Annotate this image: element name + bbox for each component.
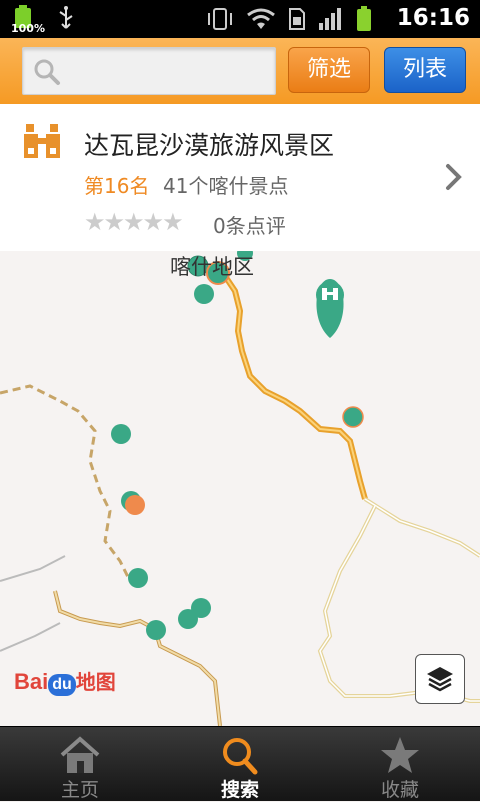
signal-icon xyxy=(319,8,341,30)
poi-title: 达瓦昆沙漠旅游风景区 xyxy=(84,131,335,160)
bottom-tab-bar: 主页 搜索 收藏 xyxy=(0,726,480,801)
status-bar: 100% 16:16 xyxy=(0,0,480,38)
tab-favorites[interactable]: 收藏 xyxy=(320,727,480,801)
battery-full-icon xyxy=(357,6,371,31)
map-view[interactable]: 喀什地区 Bai du 地图 xyxy=(0,251,480,726)
search-icon xyxy=(223,738,258,775)
tab-home-label: 主页 xyxy=(60,779,99,801)
home-icon xyxy=(60,736,100,773)
result-card[interactable]: 达瓦昆沙漠旅游风景区 第16名 41个喀什景点 ★★★★★ 0条点评 xyxy=(0,104,480,252)
search-input[interactable] xyxy=(22,47,276,95)
selected-location-pin xyxy=(316,279,344,338)
sim-icon xyxy=(289,8,305,30)
review-count: 0条点评 xyxy=(213,214,286,238)
star-icon xyxy=(381,737,419,773)
poi-count: 41个喀什景点 xyxy=(163,174,289,198)
map-canvas xyxy=(0,251,480,726)
usb-icon xyxy=(59,6,73,29)
layers-icon xyxy=(427,667,453,692)
top-toolbar: 筛选 列表 xyxy=(0,38,480,105)
tab-search[interactable]: 搜索 xyxy=(160,727,320,801)
chevron-right-icon[interactable] xyxy=(444,162,464,192)
list-button[interactable]: 列表 xyxy=(384,47,466,93)
tab-search-label: 搜索 xyxy=(220,779,259,801)
logo-map: 地图 xyxy=(75,670,116,694)
poi-rank: 第16名 xyxy=(84,174,150,198)
clock: 16:16 xyxy=(396,5,470,31)
logo-bai: Bai xyxy=(14,669,49,694)
rating-stars: ★★★★★ xyxy=(84,208,184,236)
tab-favorites-label: 收藏 xyxy=(380,779,419,801)
binoculars-icon xyxy=(24,124,60,158)
wifi-icon xyxy=(247,8,275,29)
battery-percent: 100% xyxy=(11,22,45,35)
search-icon xyxy=(34,59,60,85)
region-label: 喀什地区 xyxy=(170,255,254,279)
vibrate-icon xyxy=(208,8,232,30)
logo-du: du xyxy=(48,674,76,696)
layers-button[interactable] xyxy=(415,654,465,704)
baidu-logo: Bai du 地图 xyxy=(14,666,116,706)
filter-button[interactable]: 筛选 xyxy=(288,47,370,93)
tab-home[interactable]: 主页 xyxy=(0,727,160,801)
